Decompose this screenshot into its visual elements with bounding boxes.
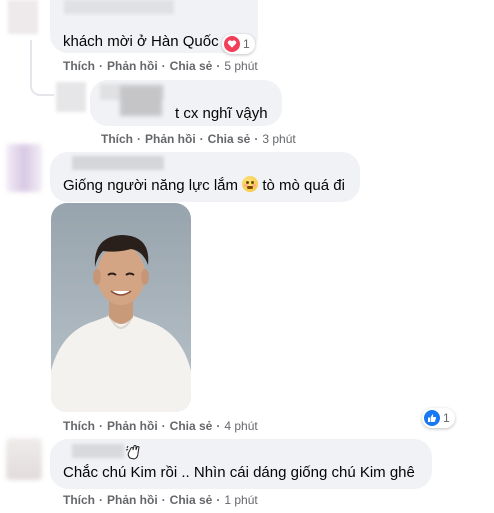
share-link[interactable]: Chia sẻ <box>170 59 213 73</box>
comment-text-part: tò mò quá đi <box>262 177 345 194</box>
redacted-avatar <box>6 438 42 480</box>
like-link[interactable]: Thích <box>63 419 95 433</box>
thumbs-up-icon <box>424 410 440 426</box>
thread-line <box>30 40 32 82</box>
redacted-avatar <box>8 0 38 34</box>
redacted-avatar <box>56 82 86 112</box>
flushed-face-emoji <box>242 176 259 192</box>
redacted-name <box>72 444 124 458</box>
timestamp[interactable]: 3 phút <box>262 132 295 146</box>
redacted-name <box>72 156 164 170</box>
waving-hand-icon <box>125 444 142 460</box>
comment-text: Chắc chú Kim rồi .. Nhìn cái dáng giống … <box>63 464 415 481</box>
like-link[interactable]: Thích <box>63 59 95 73</box>
comment-text: khách mời ở Hàn Quốc <box>63 33 219 50</box>
share-link[interactable]: Chia sẻ <box>208 132 251 146</box>
redacted-name <box>64 0 174 14</box>
heart-icon <box>224 36 240 52</box>
reply-link[interactable]: Phản hồi <box>107 419 158 433</box>
reaction-badge[interactable]: 1 <box>222 34 255 54</box>
comment-actions: Thích · Phản hồi · Chia sẻ · 3 phút <box>101 132 296 146</box>
redacted-avatar <box>6 144 42 192</box>
reply-link[interactable]: Phản hồi <box>107 493 158 507</box>
reaction-badge[interactable]: 1 <box>422 408 455 428</box>
comment-actions: Thích · Phản hồi · Chia sẻ · 4 phút <box>63 419 258 433</box>
comment-text-part: Giống người năng lực lắm <box>63 177 239 194</box>
timestamp[interactable]: 5 phút <box>224 59 257 73</box>
reaction-count: 1 <box>243 37 250 51</box>
redacted-name <box>120 86 162 116</box>
reply-link[interactable]: Phản hồi <box>107 59 158 73</box>
comment-actions: Thích · Phản hồi · Chia sẻ · 5 phút <box>63 59 258 73</box>
comment-text: Giống người năng lực lắm tò mò quá đi <box>63 176 345 196</box>
share-link[interactable]: Chia sẻ <box>170 419 213 433</box>
comment-actions: Thích · Phản hồi · Chia sẻ · 1 phút <box>63 493 258 507</box>
comment-text: t cx nghĩ vậyh <box>175 105 268 122</box>
timestamp[interactable]: 4 phút <box>224 419 257 433</box>
comment-photo[interactable] <box>51 203 191 412</box>
reaction-count: 1 <box>443 411 450 425</box>
timestamp[interactable]: 1 phút <box>224 493 257 507</box>
share-link[interactable]: Chia sẻ <box>170 493 213 507</box>
like-link[interactable]: Thích <box>63 493 95 507</box>
thread-elbow <box>30 78 54 96</box>
reply-link[interactable]: Phản hồi <box>145 132 196 146</box>
like-link[interactable]: Thích <box>101 132 133 146</box>
person-portrait <box>51 235 191 412</box>
